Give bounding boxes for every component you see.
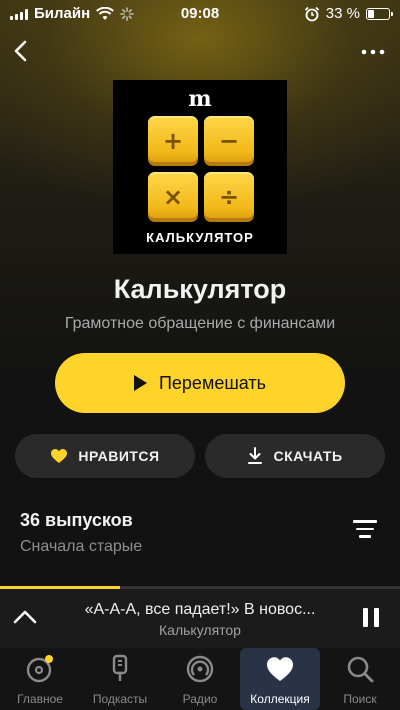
- sort-order-label[interactable]: Сначала старые: [20, 538, 142, 556]
- playback-progress-track[interactable]: [0, 586, 400, 589]
- playback-progress-fill: [0, 586, 120, 589]
- alarm-icon: [304, 6, 319, 21]
- tab-collection[interactable]: Коллекция: [240, 648, 320, 710]
- cover-title: КАЛЬКУЛЯТОР: [146, 230, 254, 245]
- now-playing-title[interactable]: «А-А-А, все падает!» В новос...: [62, 601, 338, 619]
- tab-radio[interactable]: Радио: [160, 648, 240, 710]
- tab-bar: Главное Подкасты Радио Коллекция Поиск: [0, 648, 400, 710]
- status-bar: Билайн 09:08 33 %: [0, 0, 400, 28]
- cover-logo: m: [188, 86, 212, 112]
- tab-home-label: Главное: [17, 692, 63, 706]
- sort-icon[interactable]: [352, 520, 378, 542]
- plus-key: +: [148, 116, 198, 166]
- podcast-cover: m + − × ÷ КАЛЬКУЛЯТОР: [113, 80, 287, 254]
- calculator-keys: + − × ÷: [148, 116, 254, 222]
- now-playing-subtitle: Калькулятор: [159, 622, 241, 638]
- multiply-key: ×: [148, 172, 198, 222]
- battery-level: [368, 9, 374, 18]
- podcast-title: Калькулятор: [113, 274, 287, 304]
- tab-podcasts[interactable]: Подкасты: [80, 648, 160, 710]
- back-button[interactable]: [8, 38, 34, 64]
- like-button[interactable]: НРАВИТСЯ: [15, 434, 195, 478]
- battery-icon: [366, 7, 393, 20]
- shuffle-button[interactable]: Перемешать: [55, 353, 345, 413]
- tab-search[interactable]: Поиск: [320, 648, 400, 710]
- radio-icon: [186, 655, 214, 683]
- tab-home[interactable]: Главное: [0, 648, 80, 710]
- tab-search-label: Поиск: [343, 692, 377, 706]
- like-label: НРАВИТСЯ: [78, 448, 160, 464]
- download-label: СКАЧАТЬ: [273, 448, 343, 464]
- download-button[interactable]: СКАЧАТЬ: [205, 434, 385, 478]
- search-icon: [347, 656, 374, 683]
- download-icon: [248, 447, 263, 464]
- battery-percent: 33 %: [325, 5, 360, 22]
- home-disc-icon: [26, 655, 53, 683]
- podcast-subtitle: Грамотное обращение с финансами: [64, 315, 336, 332]
- episodes-count: 36 выпусков: [20, 510, 133, 530]
- shuffle-label: Перемешать: [158, 372, 267, 393]
- heart-icon: [267, 657, 293, 681]
- tab-collection-label: Коллекция: [250, 692, 310, 706]
- play-icon: [133, 375, 147, 391]
- more-button[interactable]: [358, 42, 388, 62]
- mini-player[interactable]: «А-А-А, все падает!» В новос... Калькуля…: [0, 586, 400, 648]
- microphone-icon: [112, 654, 128, 681]
- divide-key: ÷: [204, 172, 254, 222]
- pause-button[interactable]: [362, 608, 380, 628]
- heart-icon: [51, 449, 68, 463]
- chevron-up-icon[interactable]: [12, 606, 38, 628]
- status-bar-right: 33 %: [304, 5, 393, 22]
- tab-radio-label: Радио: [182, 692, 218, 706]
- minus-key: −: [204, 116, 254, 166]
- tab-podcasts-label: Подкасты: [92, 692, 148, 706]
